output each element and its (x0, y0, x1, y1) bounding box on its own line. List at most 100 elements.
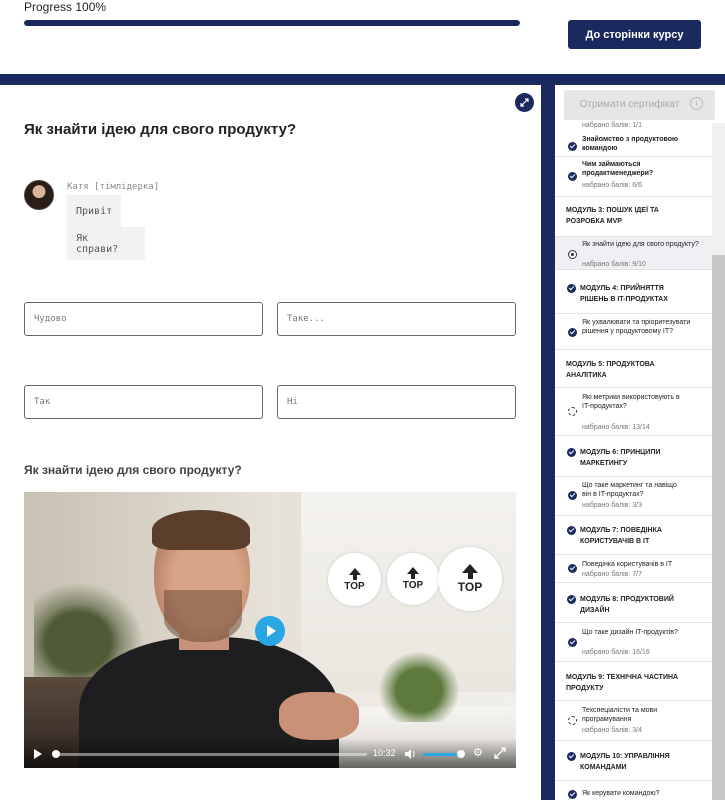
module-title: МОДУЛЬ 10: УПРАВЛІННЯ КОМАНДАМИ (580, 753, 670, 771)
module-title: МОДУЛЬ 5: ПРОДУКТОВА АНАЛІТИКА (566, 361, 655, 379)
check-circle-icon (568, 328, 577, 337)
volume-icon[interactable] (405, 749, 416, 759)
lesson-title: Техспеціалісти та мови програмування (582, 707, 658, 723)
module-title: МОДУЛЬ 4: ПРИЙНЯТТЯ РІШЕНЬ В IT-ПРОДУКТА… (580, 285, 668, 303)
partial-circle-icon (568, 716, 577, 725)
divider (555, 661, 712, 662)
chat-message: Привіт (67, 195, 121, 227)
module-title: МОДУЛЬ 6: ПРИНЦИПИ МАРКЕТИНГУ (580, 449, 661, 467)
module-title: МОДУЛЬ 8: ПРОДУКТОВИЙ ДИЗАЙН (580, 596, 674, 614)
divider (555, 349, 712, 350)
lesson-title: Як ухвалювати та пріоритезувати рішення … (582, 319, 691, 335)
divider (555, 236, 712, 237)
radio-current-icon (568, 250, 577, 259)
lesson-score: набрано балів: 9/10 (582, 261, 646, 268)
check-circle-icon (567, 526, 576, 535)
expand-arrows-icon[interactable] (515, 93, 534, 112)
check-circle-icon (568, 790, 577, 799)
video-time: 10:32 (373, 748, 396, 758)
answer-option-great[interactable]: Чудово (24, 302, 263, 336)
top-badge-label: TOP (344, 580, 365, 592)
lesson-title: Як знайти ідею для свого продукту? (24, 121, 297, 138)
lesson-title: Як знайти ідею для свого продукту? (582, 241, 699, 248)
lesson-score: набрано балів: 16/16 (582, 649, 650, 656)
lesson-page: Progress 100% До сторінки курсу Як знайт… (0, 0, 725, 800)
check-circle-icon (568, 564, 577, 573)
module-title: МОДУЛЬ 3: ПОШУК ІДЕЇ ТА РОЗРОБКА MVP (566, 207, 659, 225)
answer-option-so-so[interactable]: Таке... (277, 302, 516, 336)
partial-circle-icon (568, 407, 577, 416)
info-icon: i (690, 97, 703, 110)
video-player[interactable]: TOP TOP TOP 10:32 ⚙ (24, 492, 516, 768)
header-band (0, 74, 725, 85)
lesson-title: Чим займаються продактменеджери? (582, 161, 654, 177)
divider (555, 554, 712, 555)
chat-author-name: Катя [тімлідерка] (67, 182, 160, 192)
lesson-title: Знайомство з продуктовою командою (582, 136, 678, 152)
answer-option-no[interactable]: Ні (277, 385, 516, 419)
divider (555, 740, 712, 741)
seek-handle[interactable] (52, 750, 60, 758)
check-circle-icon (567, 752, 576, 761)
progress-bar (24, 20, 520, 26)
answer-option-yes[interactable]: Так (24, 385, 263, 419)
lesson-title: Що таке дизайн IT-продуктів? (582, 629, 678, 636)
course-page-button[interactable]: До сторінки курсу (568, 20, 701, 49)
check-circle-icon (567, 284, 576, 293)
video-speaker-beard (164, 590, 242, 642)
divider (555, 700, 712, 701)
check-circle-icon (568, 172, 577, 181)
check-circle-icon (567, 595, 576, 604)
divider (555, 780, 712, 781)
lesson-score: набрано балів: 3/3 (582, 502, 642, 509)
divider (555, 313, 712, 314)
top-badge-label: TOP (457, 580, 483, 594)
top-badge-label: TOP (402, 580, 424, 591)
video-speaker-hands (279, 692, 359, 740)
divider (555, 196, 712, 197)
module-title: МОДУЛЬ 9: ТЕХНІЧНА ЧАСТИНА ПРОДУКТУ (566, 674, 679, 692)
divider (555, 515, 712, 516)
lesson-score: набрано балів: 1/1 (582, 122, 642, 129)
volume-handle[interactable] (457, 750, 465, 758)
lesson-score: набрано балів: 3/4 (582, 727, 642, 734)
lesson-title: Поведінка користувачів в IT (582, 561, 673, 568)
fullscreen-icon[interactable] (494, 747, 506, 759)
divider (555, 476, 712, 477)
divider (555, 156, 712, 157)
progress-bar-fill (24, 20, 520, 26)
check-circle-icon (568, 142, 577, 151)
volume-slider[interactable] (423, 753, 461, 756)
play-button[interactable] (255, 616, 285, 646)
divider (555, 269, 712, 270)
video-title: Як знайти ідею для свого продукту? (24, 463, 242, 477)
video-plant (379, 652, 459, 722)
divider (555, 435, 712, 436)
play-icon (267, 625, 276, 637)
check-circle-icon (568, 638, 577, 647)
divider (555, 582, 712, 583)
sidebar-scroll-track[interactable] (712, 123, 725, 255)
progress-label: Progress 100% (24, 0, 107, 14)
lesson-score: набрано балів: 13/14 (582, 424, 650, 431)
lesson-score: набрано балів: 6/6 (582, 182, 642, 189)
divider (555, 387, 712, 388)
play-icon[interactable] (34, 749, 42, 759)
check-circle-icon (567, 448, 576, 457)
top-badge: TOP (438, 547, 502, 611)
sidebar-edge (541, 85, 555, 800)
lesson-title: Що таке маркетинг та навіщо він в IT-про… (582, 482, 677, 498)
top-badge: TOP (387, 553, 439, 605)
gear-icon[interactable]: ⚙ (473, 747, 485, 759)
seek-bar[interactable] (54, 753, 367, 756)
chat-message: Як справи? (67, 227, 145, 260)
lesson-title: Які метрики використовують в IT-продукта… (582, 394, 680, 410)
lesson-score: набрано балів: 7/7 (582, 571, 642, 578)
divider (555, 622, 712, 623)
sidebar-scrollbar[interactable] (712, 255, 725, 800)
lesson-title: Як керувати командою? (582, 790, 660, 797)
top-badge: TOP (328, 553, 381, 606)
video-speaker-hair (152, 510, 250, 550)
module-title: МОДУЛЬ 7: ПОВЕДІНКА КОРИСТУВАЧІВ В IT (580, 527, 662, 545)
lesson-content: Як знайти ідею для свого продукту? Катя … (0, 85, 541, 800)
